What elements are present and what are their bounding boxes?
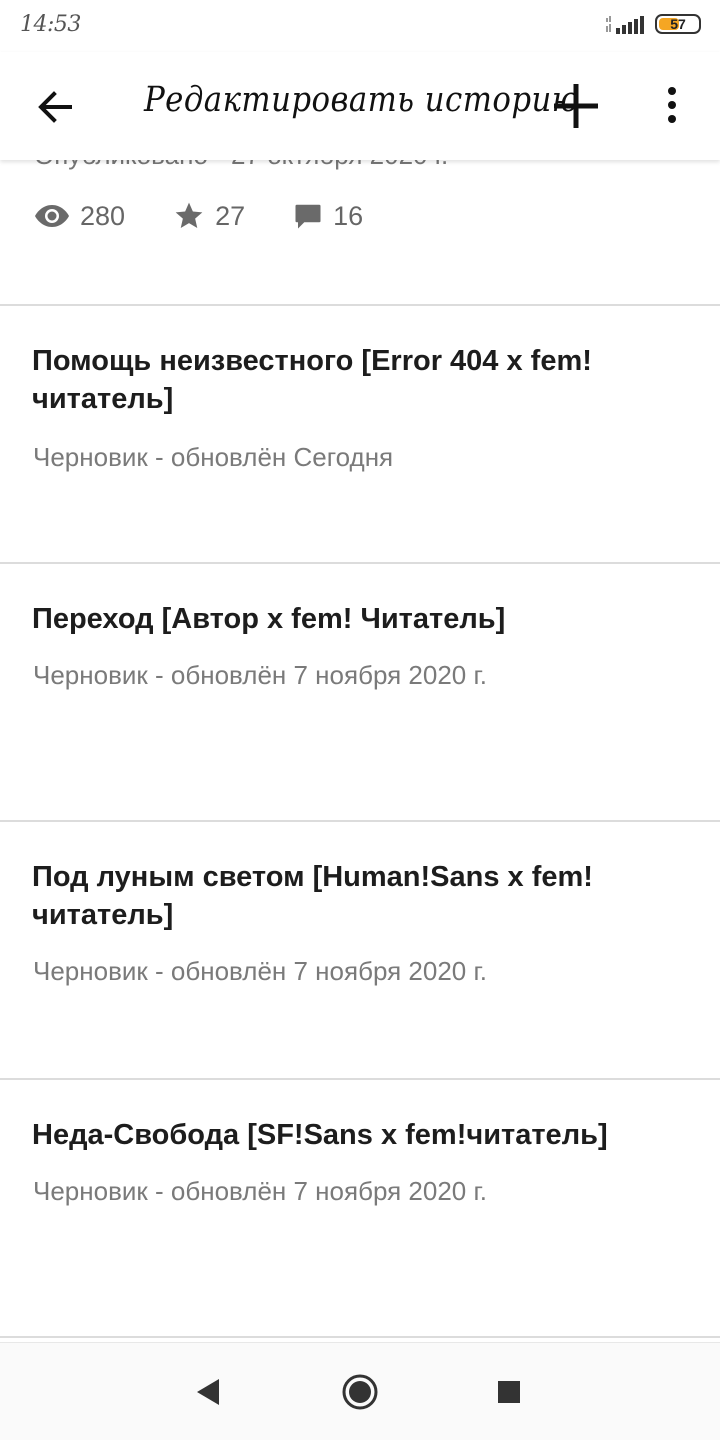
- stars-stat: 27: [173, 200, 245, 232]
- divider: [0, 1336, 720, 1338]
- story-stats: 280 27 16: [34, 196, 411, 236]
- stars-count: 27: [215, 200, 246, 231]
- list-item[interactable]: Неда-Свобода [SF!Sans x fem!читатель] Че…: [0, 1080, 720, 1336]
- circle-home-icon[interactable]: [337, 1369, 383, 1415]
- comments-stat: 16: [293, 201, 363, 232]
- views-stat: 280: [34, 201, 125, 232]
- plus-icon[interactable]: [548, 78, 604, 134]
- story-meta: Черновик - обновлён 7 ноября 2020 г.: [33, 660, 488, 690]
- star-icon: [175, 202, 203, 228]
- story-list[interactable]: Опубликовано - 27 октября 2020 г. 280 27: [0, 0, 720, 1342]
- arrow-left-icon[interactable]: [30, 82, 80, 132]
- story-meta: Черновик - обновлён 7 ноября 2020 г.: [33, 956, 488, 986]
- square-recents-icon[interactable]: [486, 1369, 532, 1415]
- views-count: 280: [80, 200, 126, 231]
- story-title: Переход [Автор x fem! Читатель]: [32, 603, 506, 635]
- eye-icon: [35, 205, 69, 227]
- triangle-back-icon[interactable]: [186, 1369, 232, 1415]
- comment-icon: [295, 204, 321, 229]
- system-nav-bar: [0, 1342, 720, 1440]
- list-item[interactable]: Под луным светом [Human!Sans x fem! чита…: [0, 822, 720, 1078]
- story-title: Под луным светом [Human!Sans x fem! чита…: [32, 861, 593, 931]
- comments-count: 16: [333, 200, 364, 231]
- list-item[interactable]: Помощь неизвестного [Error 404 x fem! чи…: [0, 306, 720, 562]
- app-bar: Редактировать историю: [0, 52, 720, 160]
- story-meta: Черновик - обновлён 7 ноября 2020 г.: [33, 1176, 488, 1206]
- story-meta: Черновик - обновлён Сегодня: [33, 442, 394, 472]
- more-vertical-icon[interactable]: [652, 82, 692, 132]
- list-item[interactable]: Переход [Автор x fem! Читатель] Черновик…: [0, 564, 720, 820]
- story-title: Неда-Свобода [SF!Sans x fem!читатель]: [32, 1119, 608, 1151]
- story-title: Помощь неизвестного [Error 404 x fem! чи…: [32, 345, 592, 415]
- page-title: Редактировать историю: [144, 80, 580, 120]
